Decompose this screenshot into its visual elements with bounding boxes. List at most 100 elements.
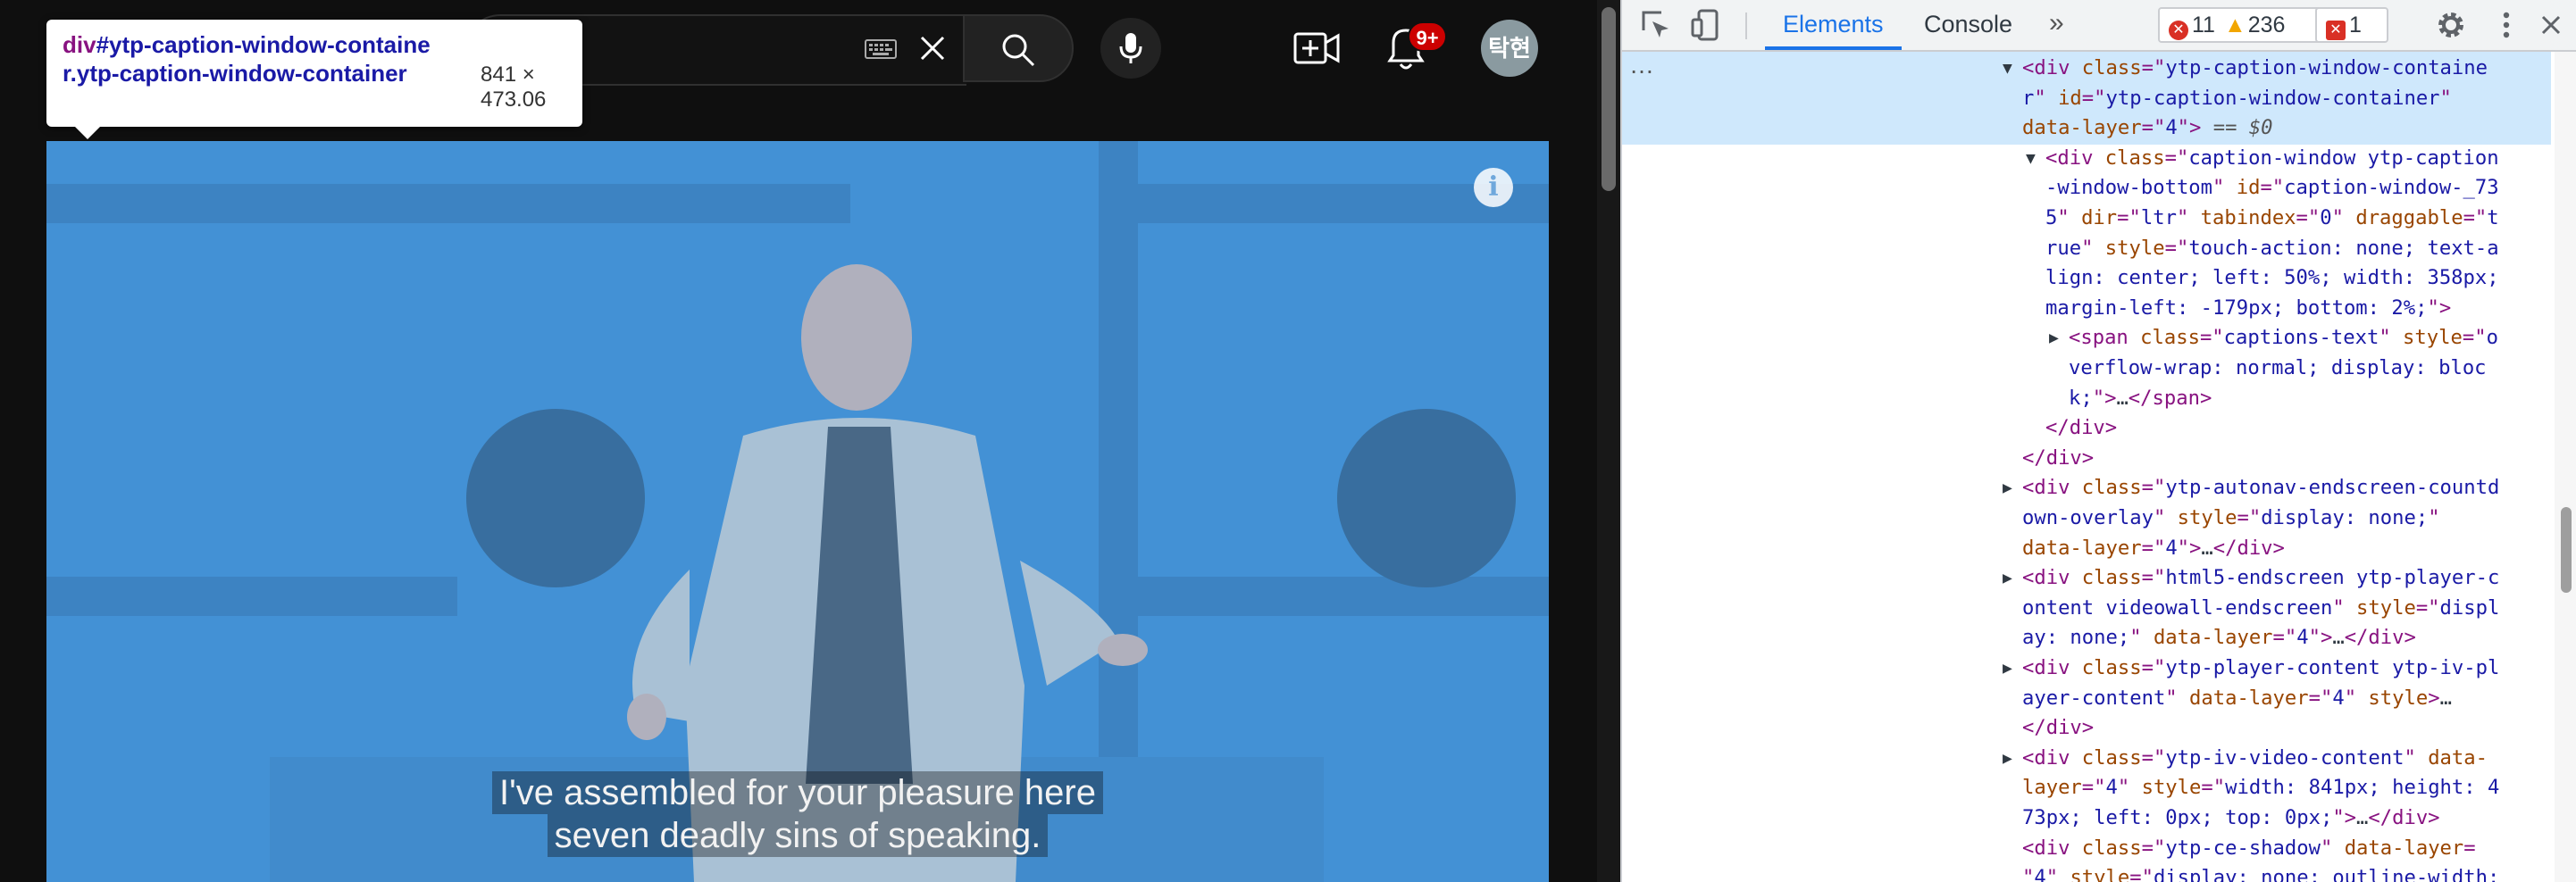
- expand-arrow-icon[interactable]: ▶: [2003, 744, 2012, 774]
- dom-token: =": [2462, 326, 2487, 350]
- gear-icon[interactable]: [2435, 9, 2467, 41]
- dom-token: ": [2129, 626, 2154, 650]
- dom-token: html5-endscreen ytp-player-c: [2165, 566, 2500, 590]
- dom-line[interactable]: <div class="ytp-ce-shadow" data-layer=: [2022, 834, 2476, 864]
- dom-line[interactable]: -window-bottom" id="caption-window-_73: [2045, 173, 2499, 204]
- dom-token: ">: [2092, 386, 2117, 410]
- dom-line[interactable]: 73px; left: 0px; top: 0px;">…</div>: [2022, 803, 2440, 834]
- close-icon[interactable]: [915, 30, 950, 66]
- dom-token: =": [2141, 476, 2166, 500]
- expand-arrow-icon[interactable]: ▶: [2003, 653, 2012, 684]
- dom-token: data-layer: [2022, 536, 2142, 560]
- dom-line[interactable]: data-layer="4">…</div>: [2022, 534, 2285, 564]
- dom-token: =": [2081, 86, 2106, 110]
- dom-line[interactable]: verflow-wrap: normal; display: bloc: [2069, 354, 2487, 384]
- keyboard-icon[interactable]: [865, 39, 897, 59]
- dom-token: </div>: [2212, 536, 2285, 560]
- inspect-element-icon[interactable]: [1640, 9, 1672, 41]
- node-ellipsis-button[interactable]: …: [1629, 52, 1654, 79]
- video-player[interactable]: i I've assembled for your pleasure here …: [46, 141, 1549, 882]
- dom-token: ": [2022, 866, 2035, 882]
- dom-token: k;: [2069, 386, 2093, 410]
- dom-token: ontent videowall-endscreen: [2022, 595, 2333, 620]
- dom-line[interactable]: rue" style="touch-action: none; text-a: [2045, 234, 2499, 264]
- dom-line[interactable]: ay: none;" data-layer="4">…</div>: [2022, 623, 2416, 653]
- dom-token: ytp-iv-video-content: [2165, 745, 2405, 770]
- dom-line[interactable]: own-overlay" style="display: none;": [2022, 503, 2440, 534]
- dom-line[interactable]: ▶ <div class="ytp-iv-video-content" data-: [2003, 744, 2488, 774]
- dom-line[interactable]: lign: center; left: 50%; width: 358px;: [2045, 263, 2499, 294]
- expand-arrow-icon[interactable]: ▶: [2003, 473, 2012, 503]
- dom-token: =": [2141, 566, 2166, 590]
- close-devtools-icon[interactable]: [2535, 9, 2567, 41]
- page-scrollbar-thumb[interactable]: [1602, 7, 1616, 191]
- dom-token: </div>: [2045, 416, 2118, 440]
- dom-token: ">: [2308, 626, 2333, 650]
- dom-line[interactable]: k;">…</span>: [2069, 384, 2212, 414]
- dom-line[interactable]: ▶ <div class="ytp-player-content ytp-iv-p…: [2003, 653, 2499, 684]
- inspect-tooltip: div#ytp-caption-window-container.ytp-cap…: [46, 20, 582, 139]
- avatar[interactable]: 탁현: [1481, 20, 1538, 77]
- dom-line[interactable]: 5" dir="ltr" tabindex="0" draggable="t: [2045, 204, 2499, 234]
- dom-token: caption-window ytp-caption: [2188, 146, 2499, 170]
- dom-token: =": [2164, 236, 2189, 260]
- dom-line[interactable]: r" id="ytp-caption-window-container": [2022, 84, 2452, 114]
- info-icon[interactable]: i: [1474, 168, 1513, 207]
- issue-count: 1: [2349, 12, 2362, 37]
- kebab-menu-icon[interactable]: [2490, 9, 2522, 41]
- search-icon: [1002, 34, 1035, 67]
- error-warning-counter[interactable]: ✕ 11 ▲236: [2158, 7, 2322, 43]
- tab-console[interactable]: Console: [1924, 0, 2012, 50]
- dom-token: ": [2404, 745, 2429, 770]
- expand-arrow-icon[interactable]: ▶: [2003, 563, 2012, 594]
- tab-elements[interactable]: Elements: [1765, 0, 1902, 50]
- devtools-scrollbar[interactable]: [2555, 52, 2576, 882]
- dom-token: ": [2332, 595, 2357, 620]
- dom-token: <div: [2022, 476, 2082, 500]
- dom-line[interactable]: data-layer="4"> == $0: [2022, 113, 2273, 144]
- dom-token: style: [2141, 776, 2202, 800]
- dom-line[interactable]: ▼ <div class="caption-window ytp-caption: [2026, 144, 2499, 174]
- dom-token: captions-text: [2223, 326, 2379, 350]
- dom-token: style: [2104, 236, 2165, 260]
- dom-token: 4: [2165, 116, 2178, 140]
- collapse-arrow-icon[interactable]: ▼: [2026, 144, 2036, 174]
- dom-line[interactable]: ontent videowall-endscreen" style="displ: [2022, 594, 2499, 624]
- video-plus-icon[interactable]: [1293, 27, 1340, 70]
- dom-token: style: [2177, 506, 2237, 529]
- expand-arrow-icon[interactable]: ▶: [2049, 323, 2059, 354]
- dom-token: tabindex: [2200, 206, 2296, 229]
- devtools-scrollbar-thumb[interactable]: [2561, 507, 2572, 593]
- dom-line[interactable]: </div>: [2022, 713, 2094, 744]
- error-icon: ✕: [2169, 21, 2188, 40]
- dom-token: =": [2272, 626, 2297, 650]
- dom-token: =": [2199, 326, 2224, 350]
- dom-token: =": [2141, 836, 2166, 860]
- dom-token: ": [2045, 866, 2070, 882]
- dom-line[interactable]: layer="4" style="width: 841px; height: 4: [2022, 773, 2499, 803]
- dom-line[interactable]: "4" style="display: none; outline-width:: [2022, 863, 2499, 882]
- dom-line[interactable]: ▼ <div class="ytp-caption-window-containe: [2003, 54, 2488, 84]
- dom-line[interactable]: </div>: [2045, 413, 2117, 444]
- dom-line[interactable]: </div>: [2022, 444, 2094, 474]
- elements-tree: … ▼ <div class="ytp-caption-window-contai…: [1622, 52, 2576, 882]
- dom-line[interactable]: margin-left: -179px; bottom: 2%;">: [2045, 294, 2451, 324]
- collapse-arrow-icon[interactable]: ▼: [2003, 54, 2012, 84]
- device-toolbar-icon[interactable]: [1690, 9, 1722, 41]
- page-scrollbar[interactable]: [1597, 0, 1620, 882]
- dom-token: ">: [2332, 806, 2357, 829]
- dom-token: ytp-autonav-endscreen-countd: [2165, 476, 2500, 500]
- dom-line[interactable]: ayer-content" data-layer="4" style>…: [2022, 684, 2452, 714]
- dom-token: displ: [2439, 595, 2500, 620]
- search-button[interactable]: [963, 14, 1074, 82]
- dom-token: class: [2081, 566, 2142, 590]
- voice-search-button[interactable]: [1100, 18, 1161, 79]
- dom-token: ": [2081, 236, 2105, 260]
- dom-line[interactable]: ▶ <div class="ytp-autonav-endscreen-count…: [2003, 473, 2500, 503]
- issues-counter[interactable]: ✕ 1: [2315, 7, 2388, 43]
- dom-line[interactable]: ▶ <span class="captions-text" style="o: [2049, 323, 2498, 354]
- dom-token: 4: [2034, 866, 2046, 882]
- more-tabs-icon[interactable]: »: [2049, 0, 2064, 50]
- dom-line[interactable]: ▶ <div class="html5-endscreen ytp-player-…: [2003, 563, 2500, 594]
- dom-token: style: [2070, 866, 2130, 882]
